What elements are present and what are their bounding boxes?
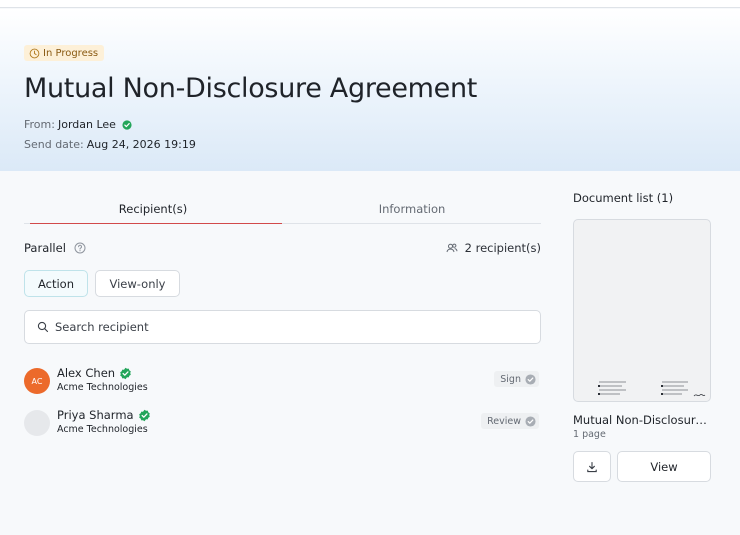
recipient-row[interactable]: AC Alex Chen Acme Technologies Sign [24, 366, 541, 394]
tab-information[interactable]: Information [283, 195, 541, 223]
recipient-company: Acme Technologies [57, 382, 148, 393]
role-label: Review [487, 415, 521, 427]
recipient-company: Acme Technologies [57, 424, 148, 435]
document-page-count: 1 page [573, 429, 606, 440]
recipient-name: Priya Sharma [57, 408, 151, 422]
download-icon [587, 461, 597, 472]
filter-view-only-button[interactable]: View-only [95, 270, 180, 297]
verified-badge-icon [138, 409, 150, 421]
download-button[interactable] [573, 451, 611, 482]
signing-mode: Parallel [24, 241, 86, 255]
status-badge-label: In Progress [43, 47, 99, 59]
document-preview-image [598, 381, 706, 397]
sender-name: Jordan Lee [57, 118, 116, 131]
check-circle-icon [525, 373, 536, 385]
send-date-label: Send date: [24, 138, 84, 151]
document-thumbnail[interactable] [573, 219, 711, 402]
recipient-row[interactable]: Priya Sharma Acme Technologies Review [24, 408, 541, 436]
role-badge: Review [481, 413, 539, 429]
search-input[interactable] [55, 320, 515, 334]
view-document-button[interactable]: View [617, 451, 711, 482]
tab-bar: Recipient(s) Information [24, 195, 541, 224]
sender-info: From: Jordan Lee [24, 118, 132, 131]
recipient-count: 2 recipient(s) [446, 241, 541, 255]
document-list-panel: Document list (1) Mutual Non-Disclosure [573, 171, 713, 535]
document-name[interactable]: Mutual Non-Disclosure Agreement [573, 413, 711, 427]
clock-icon [29, 48, 40, 58]
top-bar [0, 0, 740, 8]
recipient-name-text: Priya Sharma [57, 408, 134, 422]
verified-badge-icon [120, 367, 131, 379]
send-date-value: Aug 24, 2026 19:19 [86, 138, 196, 151]
page-title: Mutual Non-Disclosure Agreement [24, 73, 478, 104]
role-badge: Sign [494, 371, 539, 387]
help-icon[interactable] [74, 242, 86, 254]
check-circle-icon [525, 415, 536, 427]
users-icon [446, 243, 458, 253]
recipients-panel: Recipient(s) Information Parallel 2 reci… [24, 171, 541, 535]
status-badge: In Progress [24, 45, 105, 61]
search-icon [37, 321, 49, 333]
avatar: AC [24, 368, 50, 394]
verified-icon [122, 119, 132, 130]
send-date: Send date: Aug 24, 2026 19:19 [24, 138, 196, 151]
from-label: From: [24, 118, 55, 131]
recipient-count-label: 2 recipient(s) [464, 241, 541, 255]
avatar [24, 410, 50, 436]
document-list-heading: Document list (1) [573, 191, 674, 205]
recipient-name-text: Alex Chen [57, 366, 116, 380]
signing-mode-label: Parallel [24, 241, 66, 255]
recipient-name: Alex Chen [57, 366, 132, 380]
role-label: Sign [500, 373, 521, 385]
search-box [24, 310, 541, 344]
filter-action-button[interactable]: Action [24, 270, 88, 297]
document-header: In Progress Mutual Non-Disclosure Agreem… [0, 9, 740, 171]
tab-recipients[interactable]: Recipient(s) [24, 195, 282, 224]
